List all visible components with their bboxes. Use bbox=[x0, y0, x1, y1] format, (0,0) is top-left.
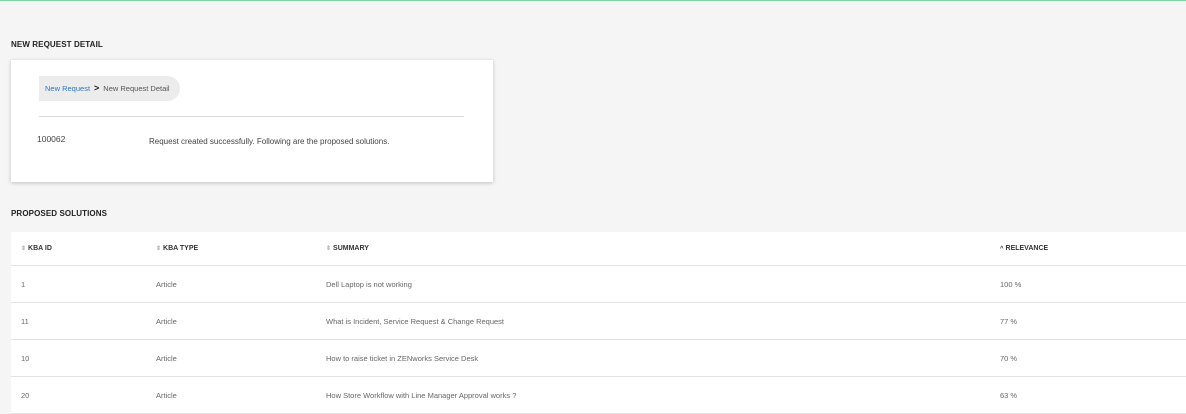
cell-kba-id: 11 bbox=[21, 316, 29, 326]
breadcrumb: New Request > New Request Detail bbox=[39, 76, 180, 101]
cell-kba-type: Article bbox=[156, 353, 177, 363]
sort-ascending-icon: ^ bbox=[1000, 246, 1004, 252]
cell-kba-id: 1 bbox=[21, 279, 26, 289]
cell-kba-type: Article bbox=[156, 390, 177, 400]
cell-summary: How to raise ticket in ZENworks Service … bbox=[326, 353, 479, 363]
divider bbox=[39, 116, 464, 117]
cell-relevance: 63 % bbox=[1000, 390, 1018, 400]
section-title-new-request-detail: NEW REQUEST DETAIL bbox=[11, 40, 103, 49]
table-header-row: ⇕ KBA ID ⇕ KBA TYPE ⇕ SUMMARY ^ RELEVANCE bbox=[11, 232, 1186, 266]
cell-summary: What is Incident, Service Request & Chan… bbox=[326, 316, 505, 326]
solutions-table: ⇕ KBA ID ⇕ KBA TYPE ⇕ SUMMARY ^ RELEVANCE 1 … bbox=[11, 232, 1186, 414]
cell-relevance: 100 % bbox=[1000, 279, 1022, 289]
column-header-label: KBA ID bbox=[28, 245, 52, 252]
column-header-relevance[interactable]: ^ RELEVANCE bbox=[990, 245, 1186, 252]
table-row[interactable]: 11 Article What is Incident, Service Req… bbox=[11, 303, 1186, 340]
request-id: 100062 bbox=[37, 134, 66, 144]
cell-kba-id: 10 bbox=[21, 353, 30, 363]
cell-summary: Dell Laptop is not working bbox=[326, 279, 412, 289]
column-header-label: KBA TYPE bbox=[163, 245, 199, 252]
table-row[interactable]: 20 Article How Store Workflow with Line … bbox=[11, 377, 1186, 414]
table-row[interactable]: 10 Article How to raise ticket in ZENwor… bbox=[11, 340, 1186, 377]
cell-kba-id: 20 bbox=[21, 390, 30, 400]
chevron-right-icon: > bbox=[94, 83, 100, 93]
column-header-summary[interactable]: ⇕ SUMMARY bbox=[316, 245, 990, 252]
section-title-proposed-solutions: PROPOSED SOLUTIONS bbox=[11, 209, 108, 218]
table-row[interactable]: 1 Article Dell Laptop is not working 100… bbox=[11, 266, 1186, 303]
breadcrumb-current: New Request Detail bbox=[103, 84, 170, 93]
top-accent-line bbox=[0, 0, 1186, 1]
request-detail-card: New Request > New Request Detail 100062 … bbox=[11, 60, 493, 182]
breadcrumb-link-new-request[interactable]: New Request bbox=[45, 84, 90, 93]
sort-icon: ⇕ bbox=[156, 246, 162, 252]
column-header-label: RELEVANCE bbox=[1005, 245, 1049, 252]
cell-relevance: 77 % bbox=[1000, 316, 1018, 326]
column-header-label: SUMMARY bbox=[333, 245, 369, 252]
cell-relevance: 70 % bbox=[1000, 353, 1018, 363]
column-header-kba-id[interactable]: ⇕ KBA ID bbox=[11, 245, 146, 252]
cell-summary: How Store Workflow with Line Manager App… bbox=[326, 390, 517, 400]
sort-icon: ⇕ bbox=[326, 246, 332, 252]
sort-icon: ⇕ bbox=[21, 246, 27, 252]
request-status-message: Request created successfully. Following … bbox=[149, 137, 390, 146]
cell-kba-type: Article bbox=[156, 316, 177, 326]
cell-kba-type: Article bbox=[156, 279, 177, 289]
column-header-kba-type[interactable]: ⇕ KBA TYPE bbox=[146, 245, 316, 252]
